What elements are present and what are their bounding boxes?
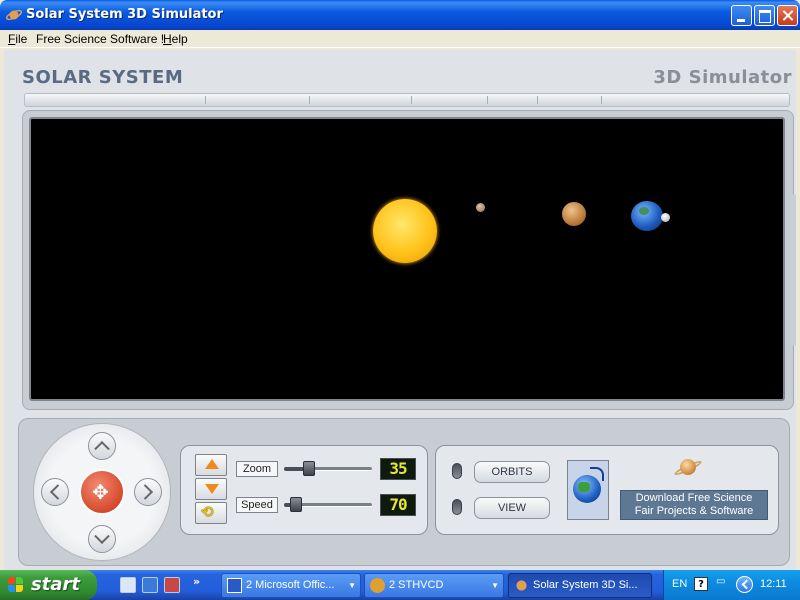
mode-panel: ORBITS VIEW Download Free Science Fair P… bbox=[435, 445, 779, 535]
menu-free-science-software[interactable]: Free Science Software ! bbox=[36, 32, 164, 46]
tab-divider bbox=[205, 96, 206, 104]
orbit-arrow-icon bbox=[590, 467, 604, 481]
zoom-slider-thumb[interactable] bbox=[303, 461, 315, 476]
mercury[interactable] bbox=[476, 203, 485, 212]
moon[interactable] bbox=[661, 213, 670, 222]
task-microsoft-office[interactable]: 2 Microsoft Offic... ▼ bbox=[221, 573, 361, 598]
viewport-frame bbox=[22, 110, 794, 410]
simulator-label: 3D Simulator bbox=[653, 67, 792, 88]
start-button[interactable]: start bbox=[0, 570, 97, 600]
menu-bar: File Free Science Software ! Help bbox=[0, 30, 800, 48]
task-label: 2 Microsoft Offic... bbox=[246, 579, 335, 591]
tab-divider bbox=[411, 96, 412, 104]
return-arrow-icon: ⟲ bbox=[201, 503, 214, 521]
menu-help[interactable]: Help bbox=[163, 32, 188, 46]
start-label: start bbox=[31, 574, 80, 595]
maximize-button[interactable] bbox=[754, 5, 775, 26]
zoom-out-button[interactable] bbox=[195, 478, 227, 500]
space-viewport[interactable] bbox=[29, 117, 785, 401]
language-indicator[interactable]: EN bbox=[672, 578, 687, 590]
saturn-body bbox=[680, 459, 696, 475]
display-icon[interactable]: ▭ bbox=[716, 576, 730, 592]
view-button[interactable]: VIEW bbox=[474, 497, 550, 519]
system-tray: EN ? ▭ 12:11 bbox=[663, 570, 800, 600]
word-icon bbox=[227, 578, 242, 593]
taskbar: start » 2 Microsoft Offic... ▼ 2 STHVCD … bbox=[0, 570, 800, 600]
orbits-button[interactable]: ORBITS bbox=[474, 461, 550, 483]
reset-view-button[interactable]: ⟲ bbox=[195, 502, 227, 524]
venus[interactable] bbox=[562, 202, 586, 226]
app-body: SOLAR SYSTEM 3D Simulator ✥ ⟲ Zoom 35 Sp… bbox=[4, 50, 796, 570]
side-handle[interactable] bbox=[791, 195, 796, 345]
task-caret-icon: ▼ bbox=[348, 581, 356, 590]
globe-button[interactable] bbox=[567, 460, 609, 520]
media-icon[interactable] bbox=[164, 577, 180, 593]
control-panel: ✥ ⟲ Zoom 35 Speed 70 ORBITS VIEW Downloa… bbox=[18, 418, 790, 566]
speed-value-display: 70 bbox=[380, 494, 416, 516]
internet-explorer-icon[interactable] bbox=[142, 577, 158, 593]
zoom-in-button[interactable] bbox=[195, 454, 227, 476]
title-bar[interactable]: Solar System 3D Simulator bbox=[0, 0, 800, 30]
pan-left-button[interactable] bbox=[41, 478, 69, 506]
pan-up-button[interactable] bbox=[88, 432, 116, 460]
menu-file[interactable]: File bbox=[8, 32, 27, 46]
minimize-button[interactable] bbox=[731, 5, 752, 26]
speed-slider[interactable] bbox=[284, 497, 372, 512]
help-icon[interactable]: ? bbox=[694, 577, 708, 591]
task-sthvcd[interactable]: 2 STHVCD ▼ bbox=[364, 573, 504, 598]
task-caret-icon: ▼ bbox=[491, 581, 499, 590]
task-label: Solar System 3D Si... bbox=[533, 579, 638, 591]
app-header: SOLAR SYSTEM 3D Simulator bbox=[22, 58, 792, 98]
tab-strip[interactable] bbox=[24, 93, 790, 107]
task-solar-system[interactable]: Solar System 3D Si... bbox=[508, 573, 652, 598]
show-hidden-icons-button[interactable] bbox=[736, 576, 753, 593]
move-icon: ✥ bbox=[92, 480, 109, 504]
sun[interactable] bbox=[373, 199, 437, 263]
navigation-pad: ✥ bbox=[33, 423, 171, 561]
download-link[interactable]: Download Free Science Fair Projects & So… bbox=[620, 490, 768, 520]
tab-divider bbox=[537, 96, 538, 104]
saturn-app-icon bbox=[6, 9, 22, 21]
zoom-slider[interactable] bbox=[284, 461, 372, 476]
notepad-icon[interactable] bbox=[120, 577, 136, 593]
task-label: 2 STHVCD bbox=[389, 579, 444, 591]
tab-divider bbox=[309, 96, 310, 104]
quicklaunch-more-icon[interactable]: » bbox=[193, 575, 200, 588]
zoom-label: Zoom bbox=[236, 461, 278, 477]
zoom-speed-panel: ⟲ Zoom 35 Speed 70 bbox=[180, 445, 428, 535]
clock[interactable]: 12:11 bbox=[760, 578, 787, 590]
saturn-app-icon bbox=[514, 578, 529, 593]
download-line-1: Download Free Science bbox=[635, 492, 753, 504]
arrow-up-icon bbox=[205, 459, 219, 469]
orbits-radio[interactable] bbox=[452, 463, 462, 479]
pan-down-button[interactable] bbox=[88, 525, 116, 553]
download-line-2: Fair Projects & Software bbox=[634, 505, 754, 517]
windows-logo-icon bbox=[8, 577, 24, 593]
speed-label: Speed bbox=[236, 497, 278, 513]
solar-system-label: SOLAR SYSTEM bbox=[22, 67, 184, 88]
speed-slider-thumb[interactable] bbox=[290, 497, 302, 512]
pan-right-button[interactable] bbox=[134, 478, 162, 506]
arrow-down-icon bbox=[205, 484, 219, 494]
tab-divider bbox=[601, 96, 602, 104]
folder-icon bbox=[370, 578, 385, 593]
saturn-icon[interactable] bbox=[673, 454, 703, 482]
close-button[interactable] bbox=[777, 5, 798, 26]
window-title: Solar System 3D Simulator bbox=[26, 7, 223, 22]
view-radio[interactable] bbox=[452, 499, 462, 515]
move-center-button[interactable]: ✥ bbox=[79, 469, 125, 515]
zoom-value-display: 35 bbox=[380, 458, 416, 480]
earth[interactable] bbox=[631, 201, 663, 231]
tab-divider bbox=[487, 96, 488, 104]
